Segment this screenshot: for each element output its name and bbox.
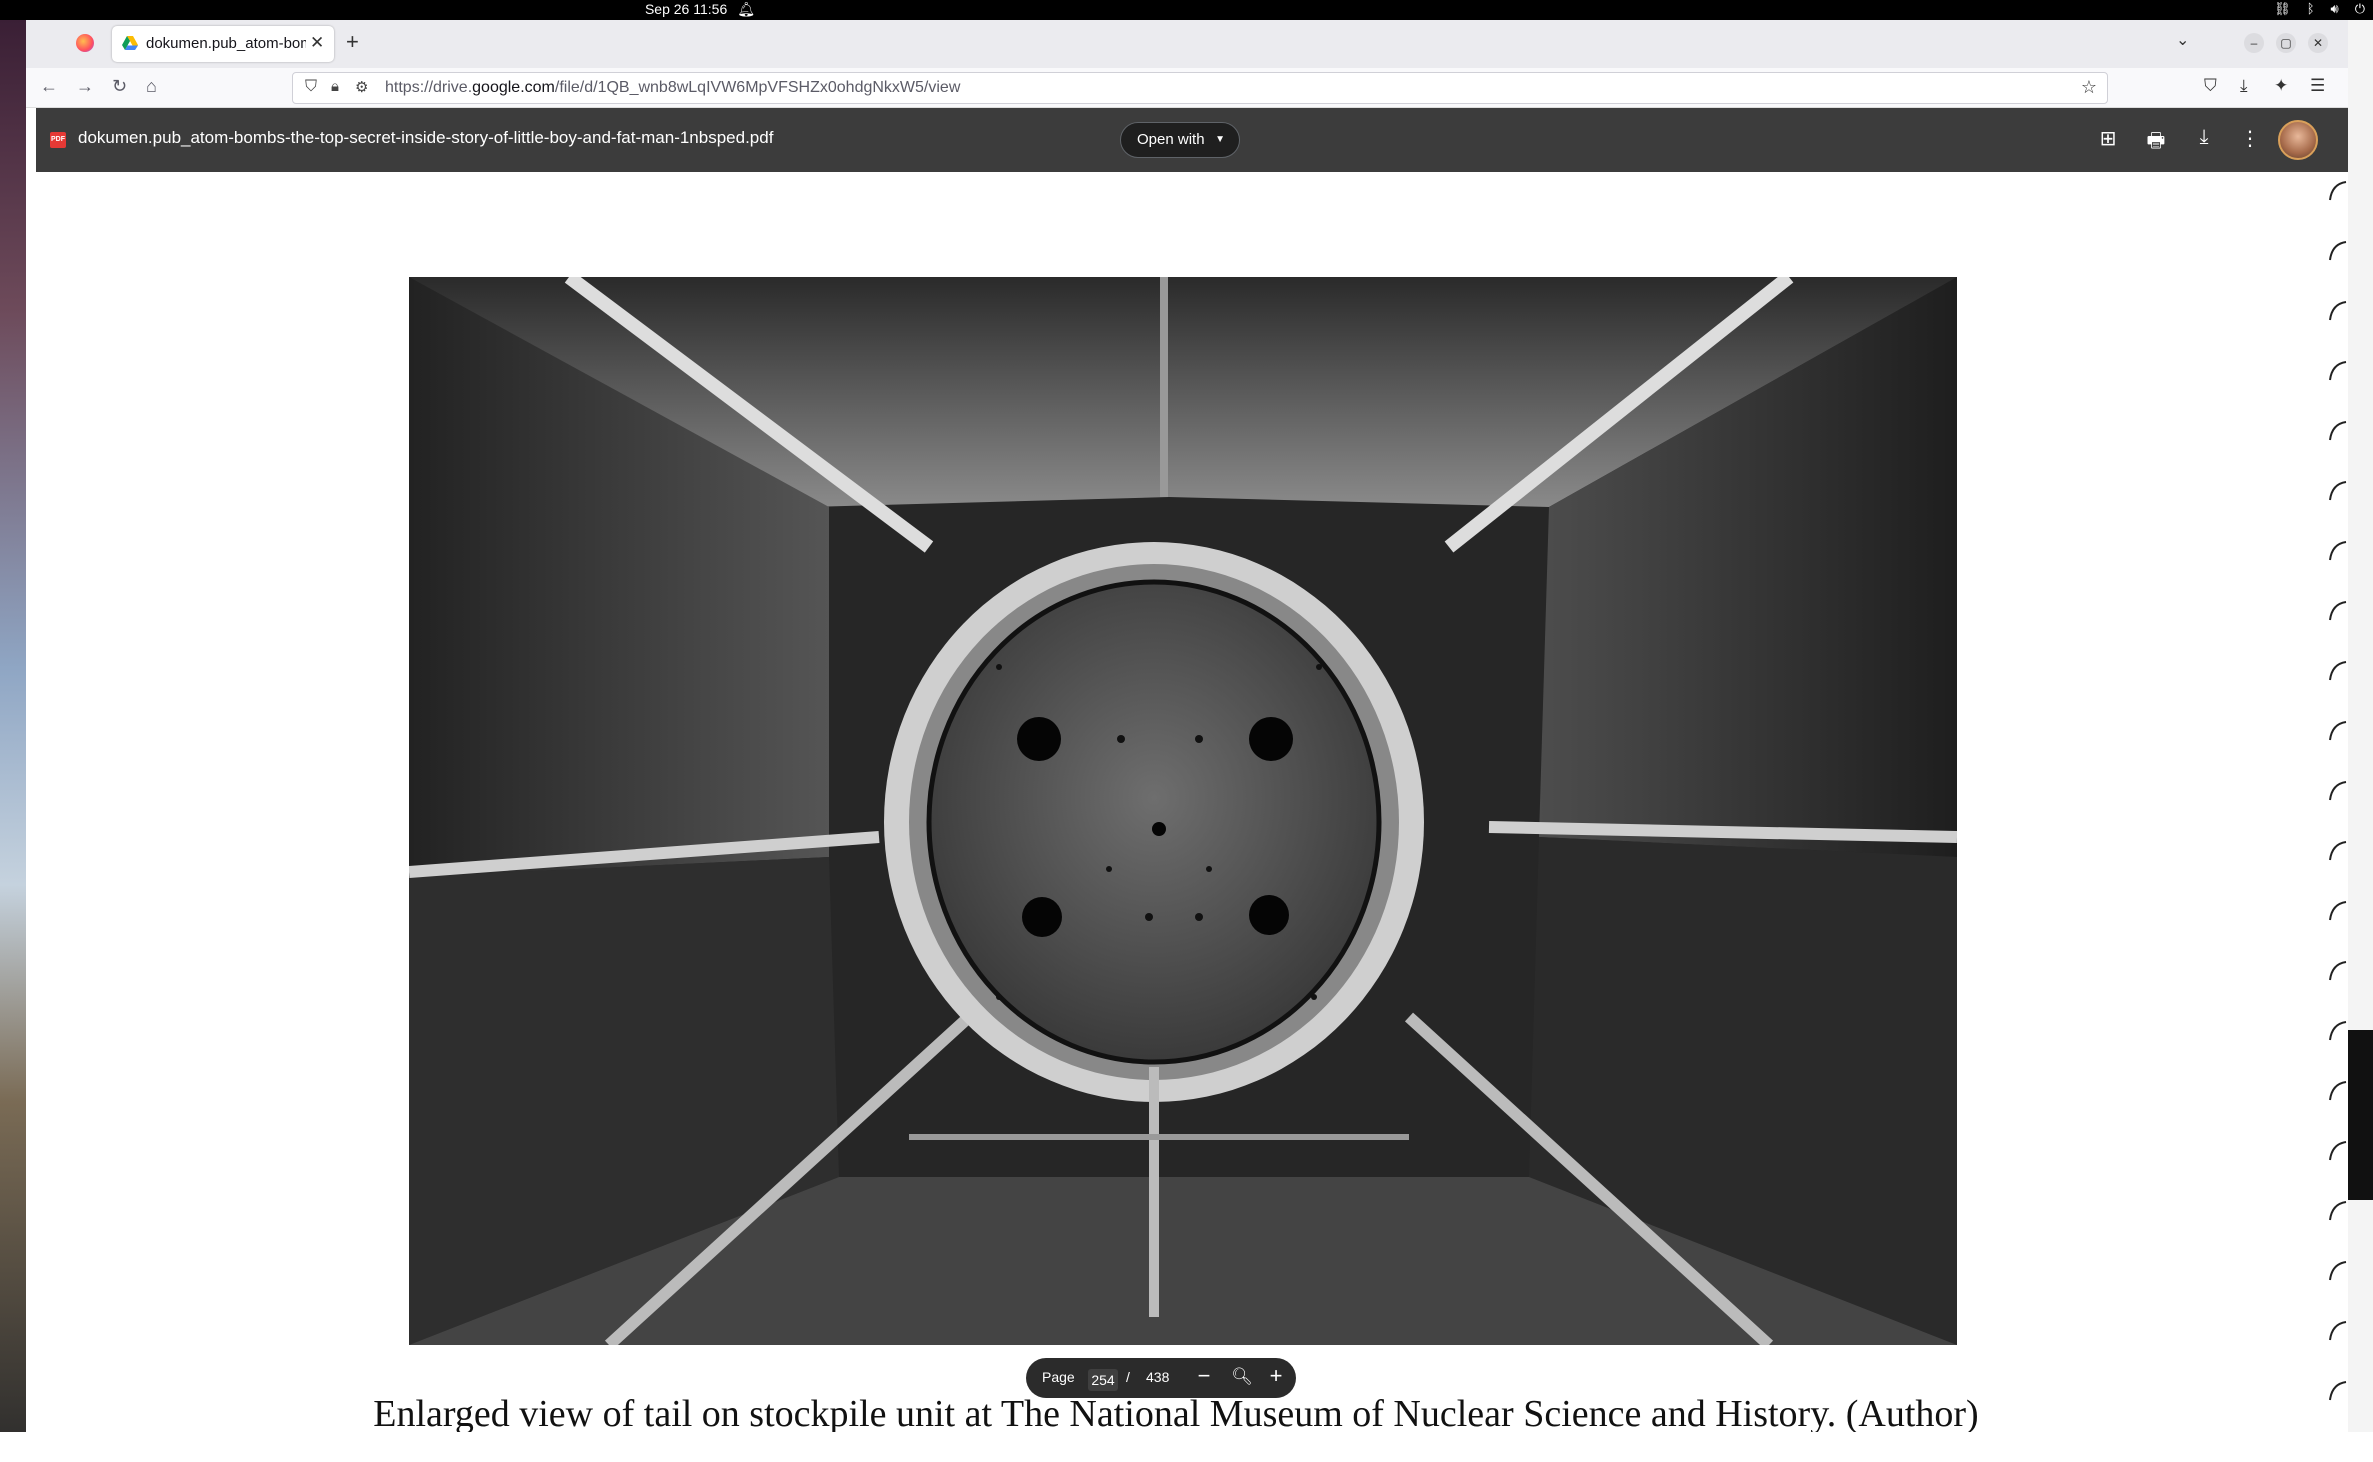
bomb-tail-photograph — [409, 277, 1957, 1345]
downloads-icon[interactable]: ⤓ — [2240, 76, 2248, 96]
home-icon[interactable]: ⌂ — [146, 76, 157, 97]
reload-icon[interactable]: ↻ — [112, 76, 127, 97]
forward-icon[interactable]: → — [76, 76, 94, 97]
power-icon: ⏻ — [2354, 1, 2365, 16]
extensions-icon[interactable]: ✦ — [2274, 76, 2288, 96]
bookmark-star-icon[interactable]: ☆ — [2081, 77, 2097, 98]
more-options-icon[interactable]: ⋮ — [2236, 126, 2264, 151]
background-window-bottom — [0, 1432, 2373, 1462]
firefox-view-icon[interactable] — [76, 34, 94, 52]
system-tray[interactable]: ⛓ ᛒ 🔊︎ ⏻ — [2274, 1, 2365, 17]
browser-window: dokumen.pub_atom-bom ✕ + ⌄ – ▢ ✕ ← → ↻ ⌂… — [26, 20, 2348, 1432]
background-window-dark-edge — [2348, 1030, 2373, 1200]
account-avatar[interactable] — [2278, 120, 2318, 160]
pocket-icon[interactable]: ⛉ — [2204, 76, 2217, 96]
tab-active[interactable]: dokumen.pub_atom-bom ✕ — [112, 26, 334, 62]
tab-title: dokumen.pub_atom-bom — [146, 35, 306, 52]
app-menu-icon[interactable]: ☰ — [2310, 76, 2325, 96]
back-icon[interactable]: ← — [40, 76, 58, 97]
pdf-page: Enlarged view of tail on stockpile unit … — [36, 172, 2326, 1432]
navigation-toolbar: ← → ↻ ⌂ ⛉ 🔒︎ ⚙ https://drive.google.com/… — [26, 68, 2348, 108]
clock-text: Sep 26 11:56 — [644, 1, 728, 17]
bluetooth-icon: ᛒ — [2306, 1, 2315, 16]
tracking-shield-icon[interactable]: ⛉ — [305, 78, 317, 96]
current-page-input[interactable]: 254 — [1088, 1369, 1118, 1391]
desktop-background — [0, 20, 26, 1462]
volume-icon: 🔊︎ — [2330, 1, 2339, 16]
total-pages: 438 — [1146, 1369, 1170, 1385]
page-navigation-control: Page 254 / 438 − 🔍︎ + — [1026, 1358, 1296, 1398]
page-label: Page — [1042, 1369, 1075, 1385]
open-with-label: Open with — [1137, 131, 1205, 148]
page-edge-curl — [2329, 181, 2347, 1401]
background-window-edge — [2348, 20, 2373, 1462]
tab-bar: dokumen.pub_atom-bom ✕ + ⌄ – ▢ ✕ — [26, 20, 2348, 68]
drive-pdf-viewer: PDF dokumen.pub_atom-bombs-the-top-secre… — [26, 108, 2348, 1432]
zoom-in-button[interactable]: + — [1262, 1363, 1290, 1389]
url-bar[interactable]: ⛉ 🔒︎ ⚙ https://drive.google.com/file/d/1… — [292, 72, 2108, 104]
system-clock[interactable]: Sep 26 11:56 🔔︎ — [0, 1, 1400, 18]
system-top-bar: Sep 26 11:56 🔔︎ ⛓ ᛒ 🔊︎ ⏻ — [0, 0, 2373, 20]
zoom-out-button[interactable]: − — [1190, 1363, 1218, 1389]
lock-icon[interactable]: 🔒︎ — [331, 78, 339, 95]
minimize-button[interactable]: – — [2244, 33, 2264, 53]
new-tab-button[interactable]: + — [346, 29, 359, 55]
close-window-button[interactable]: ✕ — [2308, 33, 2328, 53]
network-icon: ⛓ — [2274, 1, 2291, 16]
viewer-header: PDF dokumen.pub_atom-bombs-the-top-secre… — [36, 108, 2348, 172]
file-title: dokumen.pub_atom-bombs-the-top-secret-in… — [78, 128, 774, 147]
pdf-file-icon: PDF — [50, 132, 66, 148]
list-all-tabs-icon[interactable]: ⌄ — [2176, 30, 2189, 50]
notification-bell-icon: 🔔︎ — [737, 1, 756, 17]
google-drive-icon — [122, 36, 138, 50]
url-text[interactable]: https://drive.google.com/file/d/1QB_wnb8… — [385, 79, 960, 97]
maximize-button[interactable]: ▢ — [2276, 33, 2296, 53]
permissions-icon[interactable]: ⚙ — [355, 78, 368, 96]
photo-caption: Enlarged view of tail on stockpile unit … — [373, 1393, 1979, 1432]
dropdown-caret-icon: ▼ — [1215, 134, 1225, 145]
download-icon[interactable]: ⤓ — [2190, 126, 2218, 149]
print-icon[interactable]: 🖶 — [2142, 126, 2170, 160]
open-with-button[interactable]: Open with ▼ — [1120, 122, 1240, 158]
add-shortcut-icon[interactable]: ⊞ — [2094, 126, 2122, 151]
close-tab-icon[interactable]: ✕ — [310, 33, 324, 53]
page-separator: / — [1126, 1369, 1130, 1385]
zoom-icon[interactable]: 🔍︎ — [1228, 1367, 1256, 1387]
